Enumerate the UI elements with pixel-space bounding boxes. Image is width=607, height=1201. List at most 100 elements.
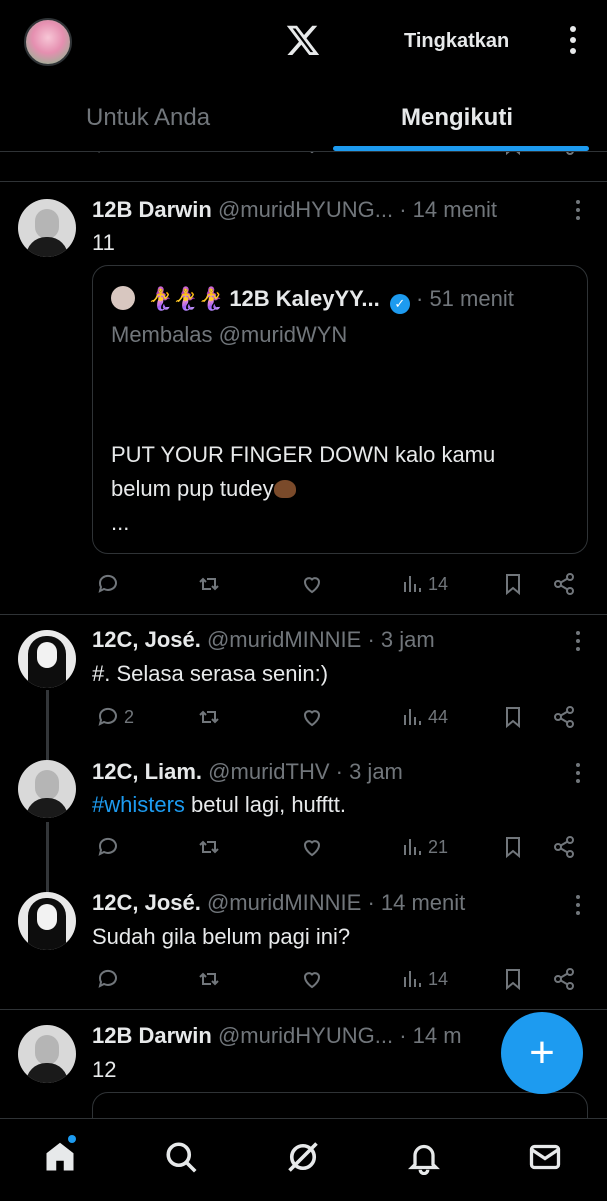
share-icon[interactable] [552,570,576,598]
header-divider [0,151,607,152]
x-logo-icon[interactable] [285,22,321,58]
mail-icon[interactable] [527,1139,563,1175]
top-header: Tingkatkan Untuk Anda Mengikuti [0,0,607,152]
compose-button[interactable]: + [501,1012,583,1094]
like-icon[interactable] [300,833,324,861]
name-emoji: 🧜‍♀️🧜‍♀️🧜‍♀️ [147,286,225,311]
avatar[interactable] [18,1025,76,1083]
hashtag-link[interactable]: #whisters [92,792,185,817]
tweet-actions: 14 [0,965,607,995]
tweet[interactable]: 12C, José. @muridMINNIE · 3 jam #. Selas… [0,615,607,745]
tweet[interactable]: 12C, José. @muridMINNIE · 14 menit Sudah… [0,877,607,1009]
handle[interactable]: @muridMINNIE [207,890,361,915]
quoted-tweet[interactable] [92,1092,588,1118]
repost-icon[interactable] [197,965,221,993]
poop-emoji-icon [273,480,296,498]
profile-avatar[interactable] [24,18,72,66]
reply-icon[interactable]: 2 [96,703,134,731]
tweet-header: 12B Darwin @muridHYUNG... · 14 m [92,1023,462,1049]
reply-icon[interactable] [96,570,124,598]
like-icon[interactable] [300,703,324,731]
views-count: 14 [428,968,449,989]
repost-icon[interactable] [197,833,221,861]
repost-icon[interactable] [197,703,221,731]
bookmark-icon[interactable] [501,965,525,993]
like-icon[interactable] [300,570,324,598]
grok-icon[interactable] [285,1139,321,1175]
tweet-header: 12C, Liam. @muridTHV · 3 jam [92,759,403,785]
tab-for-you[interactable]: Untuk Anda [86,104,210,132]
handle[interactable]: @muridTHV [208,759,329,784]
verified-badge-icon: ✓ [389,294,410,314]
quoted-text: PUT YOUR FINGER DOWN kalo kamu belum pup… [111,438,495,540]
like-icon[interactable] [300,965,324,993]
timestamp[interactable]: · 3 jam [336,759,403,784]
display-name[interactable]: 12B Darwin [92,1023,212,1048]
quoted-text-line: ... [111,510,130,535]
tweet-header: 12B Darwin @muridHYUNG... · 14 menit [92,197,497,223]
repost-icon[interactable] [197,570,221,598]
quoted-header: 🧜‍♀️🧜‍♀️🧜‍♀️ 12B KaleyYY... ✓ · 51 menit [147,286,514,314]
tweet-more-icon[interactable] [575,200,581,224]
timestamp[interactable]: · 3 jam [367,627,434,652]
tweet[interactable]: 12B Darwin @muridHYUNG... · 14 menit 11 … [0,182,607,614]
share-icon[interactable] [552,703,576,731]
quoted-tweet[interactable]: 🧜‍♀️🧜‍♀️🧜‍♀️ 12B KaleyYY... ✓ · 51 menit… [92,265,588,554]
quoted-timestamp: · 51 menit [416,286,514,311]
timestamp[interactable]: · 14 menit [367,890,465,915]
quoted-text-line: belum pup tudey [111,476,274,501]
tweet-more-icon[interactable] [575,631,581,655]
bookmark-icon[interactable] [501,570,525,598]
bottom-navigation [0,1118,607,1201]
avatar[interactable] [18,630,76,688]
avatar[interactable] [18,199,76,257]
quoted-display-name: 12B KaleyYY... [229,286,380,311]
tweet-actions: 14 [0,570,607,600]
display-name[interactable]: 12C, José. [92,890,201,915]
tweet-header: 12C, José. @muridMINNIE · 3 jam [92,627,435,653]
tweet-actions: 2 44 [0,703,607,733]
tweet-text: #. Selasa serasa senin:) [92,661,329,686]
views-count: 44 [428,706,449,727]
views-count: 14 [428,573,449,594]
avatar[interactable] [18,760,76,818]
tweet-header: 12C, José. @muridMINNIE · 14 menit [92,890,465,916]
share-icon[interactable] [552,965,576,993]
more-menu-icon[interactable] [566,26,580,58]
display-name[interactable]: 12C, Liam. [92,759,202,784]
reply-count: 2 [124,706,135,727]
bookmark-icon[interactable] [501,703,525,731]
tweet-more-icon[interactable] [575,895,581,919]
compose-plus-icon: + [529,1028,555,1077]
tweet-text-body: betul lagi, hufftt. [184,792,346,817]
quoted-text-line: PUT YOUR FINGER DOWN kalo kamu [111,442,496,467]
home-icon[interactable] [42,1139,78,1175]
bell-icon[interactable] [406,1139,442,1175]
bookmark-icon[interactable] [501,833,525,861]
views-stat[interactable]: 21 [400,833,448,861]
tweet-text: 11 [92,230,115,255]
avatar[interactable] [18,892,76,950]
reply-icon[interactable] [96,833,124,861]
tweet-more-icon[interactable] [575,763,581,787]
share-icon[interactable] [552,833,576,861]
display-name[interactable]: 12B Darwin [92,197,212,222]
handle[interactable]: @muridHYUNG... [218,1023,393,1048]
views-stat[interactable]: 14 [400,965,448,993]
views-count: 21 [428,836,449,857]
tweet-actions: 21 [0,833,607,863]
timestamp[interactable]: · 14 menit [399,197,497,222]
views-stat[interactable]: 14 [400,570,448,598]
views-stat[interactable]: 44 [400,703,448,731]
display-name[interactable]: 12C, José. [92,627,201,652]
tab-following[interactable]: Mengikuti [401,104,513,132]
search-icon[interactable] [163,1139,199,1175]
notification-dot [68,1135,76,1143]
timestamp[interactable]: · 14 m [399,1023,461,1048]
reply-icon[interactable] [96,965,124,993]
upgrade-button[interactable]: Tingkatkan [404,30,509,53]
handle[interactable]: @muridMINNIE [207,627,361,652]
tweet-text: #whisters betul lagi, hufftt. [92,792,346,818]
tweet[interactable]: 12C, Liam. @muridTHV · 3 jam #whisters b… [0,745,607,877]
handle[interactable]: @muridHYUNG... [218,197,393,222]
